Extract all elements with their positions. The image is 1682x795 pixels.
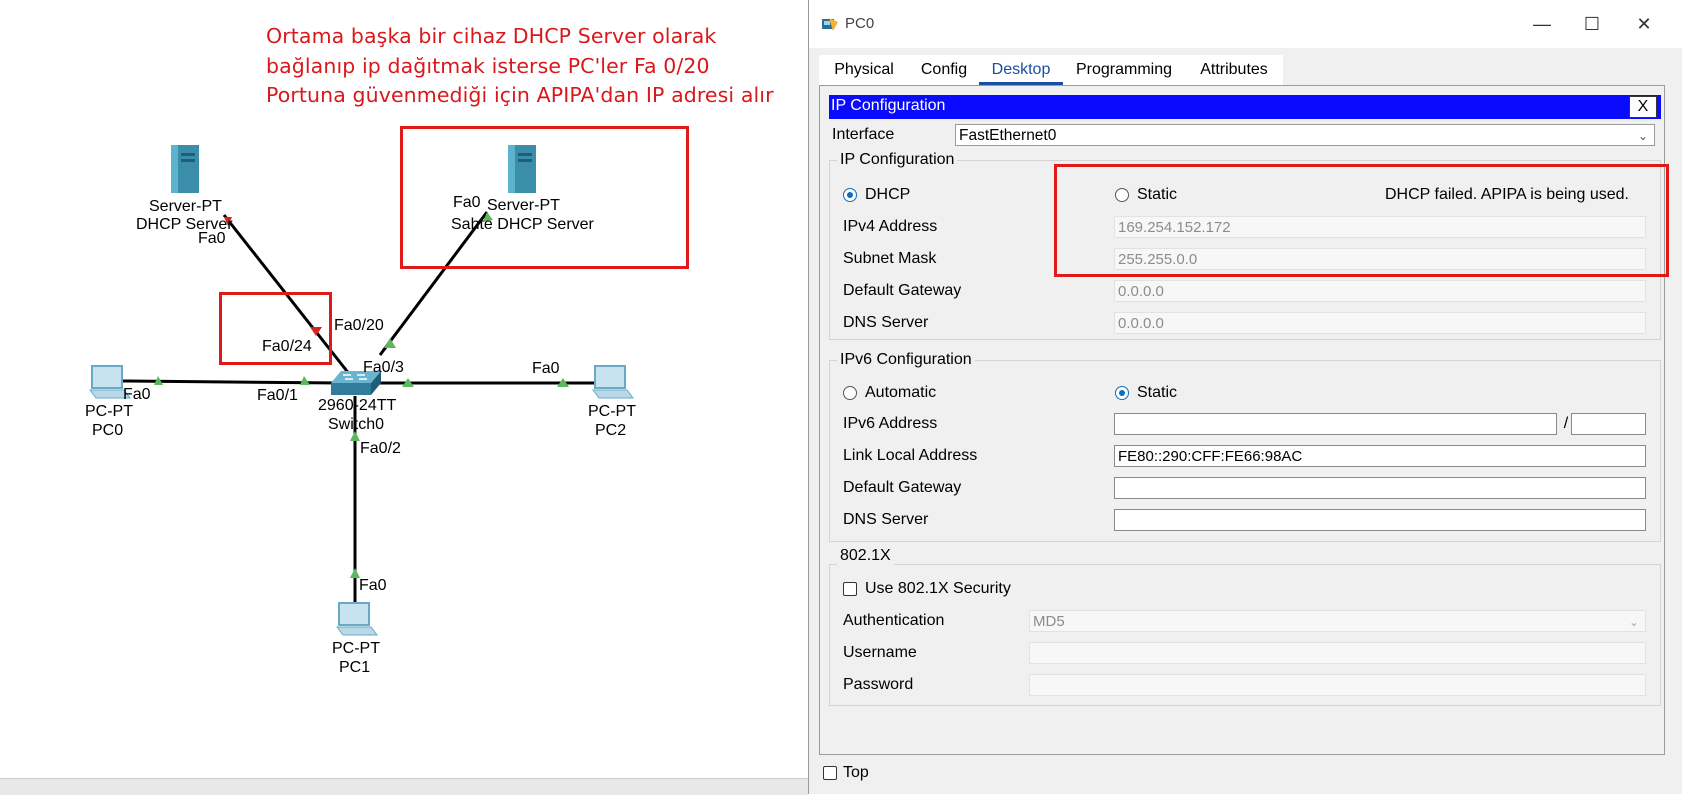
pc2-model-label: PC-PT <box>588 403 636 420</box>
switch-port-fa0-20: Fa0/20 <box>334 317 384 334</box>
pc0-window: PC0 — ☐ ✕ Physical Config Desktop Progra… <box>808 0 1682 794</box>
interface-value: FastEthernet0 <box>959 127 1057 144</box>
ipv6-address-label: IPv6 Address <box>843 415 938 432</box>
link-local-label: Link Local Address <box>843 447 978 464</box>
switch-name-label: Switch0 <box>328 416 385 433</box>
chevron-down-icon: ⌄ <box>1628 615 1639 629</box>
ipv6-automatic-radio[interactable] <box>843 386 857 400</box>
pc2-port-label: Fa0 <box>532 360 560 377</box>
tab-attributes[interactable]: Attributes <box>1185 55 1283 85</box>
topology-links <box>89 145 634 636</box>
ipv6-gateway-label: Default Gateway <box>843 479 962 496</box>
maximize-icon[interactable]: ☐ <box>1572 10 1612 38</box>
server2-name-label: Sahte DHCP Server <box>451 216 594 233</box>
ipv6-address-field[interactable] <box>1114 413 1557 435</box>
ipv6-section-title: IPv6 Configuration <box>837 351 975 369</box>
tab-desktop[interactable]: Desktop <box>979 55 1063 85</box>
pc0-name-label: PC0 <box>92 422 124 439</box>
interface-label: Interface <box>832 126 895 143</box>
window-titlebar[interactable]: PC0 — ☐ ✕ <box>809 0 1682 48</box>
ipv4-section-title: IP Configuration <box>837 151 958 169</box>
server2-model-label: Server-PT <box>487 197 560 214</box>
ipconfig-title: IP Configuration <box>831 97 946 114</box>
server-icon <box>171 145 199 193</box>
tab-programming[interactable]: Programming <box>1063 55 1185 85</box>
ipv4-address-label: IPv4 Address <box>843 218 938 235</box>
switch-port-fa0-2: Fa0/2 <box>360 440 401 457</box>
ipv6-automatic-label: Automatic <box>865 384 937 401</box>
link-indicator-up <box>300 376 310 385</box>
switch-model-label: 2960-24TT <box>318 397 397 414</box>
annotation-line-2: bağlanıp ip dağıtmak isterse PC'ler Fa 0… <box>266 54 710 78</box>
chevron-down-icon: ⌄ <box>1637 129 1648 143</box>
top-checkbox-label: Top <box>843 764 869 781</box>
dhcp-radio[interactable] <box>843 188 857 202</box>
dot1x-checkbox[interactable] <box>843 582 857 596</box>
pc0-port-label: Fa0 <box>123 386 151 403</box>
link-local-field[interactable]: FE80::290:CFF:FE66:98AC <box>1114 445 1646 467</box>
username-label: Username <box>843 644 917 661</box>
server1-model-label: Server-PT <box>149 198 222 215</box>
annotation-line-3: Portuna güvenmediği için APIPA'dan IP ad… <box>266 83 774 107</box>
authentication-select[interactable]: MD5 ⌄ <box>1029 610 1646 632</box>
ipv6-dns-label: DNS Server <box>843 511 929 528</box>
tab-config[interactable]: Config <box>909 55 979 85</box>
switch-port-fa0-1: Fa0/1 <box>257 387 298 404</box>
ipv4-gateway-label: Default Gateway <box>843 282 962 299</box>
pc-icon <box>592 365 634 399</box>
pc1-name-label: PC1 <box>339 659 371 676</box>
canvas-horizontal-scrollbar[interactable] <box>0 778 808 795</box>
ipconfig-titlebar: IP Configuration X <box>829 95 1661 119</box>
password-label: Password <box>843 676 914 693</box>
packet-tracer-app-icon <box>822 18 838 31</box>
password-field[interactable] <box>1029 674 1646 696</box>
interface-select[interactable]: FastEthernet0 ⌄ <box>955 124 1655 146</box>
ipv6-static-radio[interactable] <box>1115 386 1129 400</box>
pc-icon <box>336 602 378 636</box>
ipv4-gateway-field[interactable]: 0.0.0.0 <box>1114 280 1646 302</box>
ipconfig-close-button[interactable]: X <box>1629 96 1657 118</box>
switch-port-fa0-3: Fa0/3 <box>363 359 404 376</box>
link-indicator-up <box>384 338 396 348</box>
server1-port-label: Fa0 <box>198 230 226 247</box>
pc1-port-label: Fa0 <box>359 577 387 594</box>
pc2-name-label: PC2 <box>595 422 627 439</box>
dhcp-label: DHCP <box>865 186 911 203</box>
window-title: PC0 <box>845 15 875 32</box>
pc0-model-label: PC-PT <box>85 403 133 420</box>
switch-port-fa0-24: Fa0/24 <box>262 338 312 355</box>
topology-canvas[interactable]: Ortama başka bir cihaz DHCP Server olara… <box>0 0 808 795</box>
tab-physical[interactable]: Physical <box>819 55 909 85</box>
server2-port-label: Fa0 <box>453 194 481 211</box>
close-icon[interactable]: ✕ <box>1624 10 1664 38</box>
ipv4-dns-label: DNS Server <box>843 314 929 331</box>
annotation-line-1: Ortama başka bir cihaz DHCP Server olara… <box>266 24 717 48</box>
ipv6-static-label: Static <box>1137 384 1178 401</box>
ipv6-gateway-field[interactable] <box>1114 477 1646 499</box>
ipv6-dns-field[interactable] <box>1114 509 1646 531</box>
dot1x-use-label: Use 802.1X Security <box>865 580 1011 597</box>
top-checkbox[interactable] <box>823 766 837 780</box>
ipv4-dns-field[interactable]: 0.0.0.0 <box>1114 312 1646 334</box>
pc1-model-label: PC-PT <box>332 640 380 657</box>
authentication-label: Authentication <box>843 612 945 629</box>
highlight-box-apipa <box>1054 164 1669 277</box>
dot1x-section-title: 802.1X <box>837 547 894 565</box>
username-field[interactable] <box>1029 642 1646 664</box>
ipv6-prefix-field[interactable] <box>1571 413 1646 435</box>
authentication-value: MD5 <box>1033 613 1065 630</box>
minimize-icon[interactable]: — <box>1522 10 1562 38</box>
subnet-mask-label: Subnet Mask <box>843 250 937 267</box>
